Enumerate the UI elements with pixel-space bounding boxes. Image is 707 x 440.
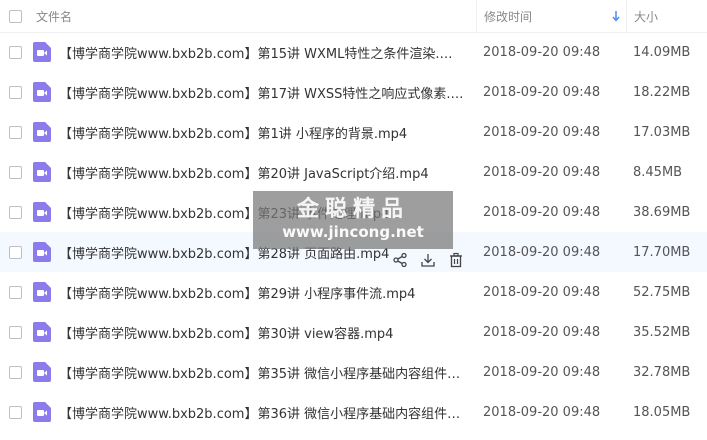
file-size: 14.09MB [633,44,691,60]
file-name[interactable]: 【博学商学院www.bxb2b.com】第30讲 view容器.mp4 [59,323,393,342]
row-checkbox[interactable] [8,365,22,379]
file-name-cell[interactable]: 【博学商学院www.bxb2b.com】第28讲 页面路由.mp4 [30,242,476,268]
time-column-header[interactable]: 修改时间 [476,0,626,32]
row-check-cell [0,85,30,99]
row-checkbox[interactable] [8,45,22,59]
file-name[interactable]: 【博学商学院www.bxb2b.com】第29讲 小程序事件流.mp4 [59,283,415,302]
select-all-checkbox[interactable] [8,9,22,23]
size-column-header[interactable]: 大小 [626,0,707,32]
row-checkbox[interactable] [8,205,22,219]
table-row[interactable]: 【博学商学院www.bxb2b.com】第36讲 微信小程序基础内容组件之tex… [0,392,707,432]
file-name[interactable]: 【博学商学院www.bxb2b.com】第35讲 微信小程序基础内容组件之ico… [59,363,464,382]
file-list-header: 文件名 修改时间 大小 [0,0,707,33]
row-check-cell [0,285,30,299]
video-file-icon [33,362,51,382]
file-name[interactable]: 【博学商学院www.bxb2b.com】第23讲 事件处理.mp4 [59,203,389,222]
video-file-icon [33,242,51,262]
video-file-icon [33,322,51,342]
row-check-cell [0,45,30,59]
row-check-cell [0,165,30,179]
modified-time: 2018-09-20 09:48 [483,164,601,180]
row-check-cell [0,365,30,379]
row-checkbox[interactable] [8,285,22,299]
file-name[interactable]: 【博学商学院www.bxb2b.com】第17讲 WXSS特性之响应式像素.mp… [59,83,464,102]
share-icon[interactable] [392,252,408,268]
select-all-cell [0,9,30,23]
video-file-icon [33,162,51,182]
row-check-cell [0,325,30,339]
modified-time: 2018-09-20 09:48 [483,84,601,100]
table-row[interactable]: 【博学商学院www.bxb2b.com】第30讲 view容器.mp4 2018-… [0,312,707,352]
row-check-cell [0,125,30,139]
modified-time: 2018-09-20 09:48 [483,364,601,380]
file-size: 35.52MB [633,324,691,340]
row-check-cell [0,405,30,419]
file-name-cell[interactable]: 【博学商学院www.bxb2b.com】第15讲 WXML特性之条件渲染.mp4 [30,42,476,62]
table-row[interactable]: 【博学商学院www.bxb2b.com】第28讲 页面路由.mp4 2018-09… [0,232,707,272]
row-checkbox[interactable] [8,125,22,139]
file-name-cell[interactable]: 【博学商学院www.bxb2b.com】第1讲 小程序的背景.mp4 [30,122,476,142]
table-row[interactable]: 【博学商学院www.bxb2b.com】第35讲 微信小程序基础内容组件之ico… [0,352,707,392]
arrow-down-icon[interactable] [612,10,620,22]
file-name[interactable]: 【博学商学院www.bxb2b.com】第15讲 WXML特性之条件渲染.mp4 [59,43,464,62]
file-name-cell[interactable]: 【博学商学院www.bxb2b.com】第30讲 view容器.mp4 [30,322,476,342]
video-file-icon [33,402,51,422]
row-checkbox[interactable] [8,405,22,419]
file-name-cell[interactable]: 【博学商学院www.bxb2b.com】第20讲 JavaScript介绍.mp… [30,162,476,182]
file-name-cell[interactable]: 【博学商学院www.bxb2b.com】第23讲 事件处理.mp4 [30,202,476,222]
delete-icon[interactable] [448,252,464,268]
video-file-icon [33,202,51,222]
file-name[interactable]: 【博学商学院www.bxb2b.com】第1讲 小程序的背景.mp4 [59,123,407,142]
row-checkbox[interactable] [8,245,22,259]
modified-time: 2018-09-20 09:48 [483,124,601,140]
download-icon[interactable] [420,252,436,268]
file-name[interactable]: 【博学商学院www.bxb2b.com】第36讲 微信小程序基础内容组件之tex… [59,403,464,422]
modified-time: 2018-09-20 09:48 [483,244,601,260]
file-name-cell[interactable]: 【博学商学院www.bxb2b.com】第36讲 微信小程序基础内容组件之tex… [30,402,476,422]
modified-time: 2018-09-20 09:48 [483,44,601,60]
file-size: 18.05MB [633,404,691,420]
file-size: 32.78MB [633,364,691,380]
file-name-cell[interactable]: 【博学商学院www.bxb2b.com】第35讲 微信小程序基础内容组件之ico… [30,362,476,382]
row-check-cell [0,205,30,219]
file-size: 38.69MB [633,204,691,220]
modified-time: 2018-09-20 09:48 [483,324,601,340]
file-list: 【博学商学院www.bxb2b.com】第15讲 WXML特性之条件渲染.mp4… [0,32,707,432]
file-size: 17.70MB [633,244,691,260]
file-size: 17.03MB [633,124,691,140]
table-row[interactable]: 【博学商学院www.bxb2b.com】第17讲 WXSS特性之响应式像素.mp… [0,72,707,112]
file-name[interactable]: 【博学商学院www.bxb2b.com】第28讲 页面路由.mp4 [59,243,389,262]
table-row[interactable]: 【博学商学院www.bxb2b.com】第23讲 事件处理.mp4 2018-09… [0,192,707,232]
row-checkbox[interactable] [8,85,22,99]
file-name[interactable]: 【博学商学院www.bxb2b.com】第20讲 JavaScript介绍.mp… [59,163,429,182]
name-column-header[interactable]: 文件名 [30,8,476,25]
video-file-icon [33,282,51,302]
modified-time: 2018-09-20 09:48 [483,284,601,300]
table-row[interactable]: 【博学商学院www.bxb2b.com】第1讲 小程序的背景.mp4 2018-0… [0,112,707,152]
time-column-label: 修改时间 [484,9,533,24]
file-size: 18.22MB [633,84,691,100]
video-file-icon [33,82,51,102]
table-row[interactable]: 【博学商学院www.bxb2b.com】第29讲 小程序事件流.mp4 2018-… [0,272,707,312]
table-row[interactable]: 【博学商学院www.bxb2b.com】第20讲 JavaScript介绍.mp… [0,152,707,192]
row-checkbox[interactable] [8,165,22,179]
row-actions [392,252,464,268]
modified-time: 2018-09-20 09:48 [483,404,601,420]
video-file-icon [33,42,51,62]
modified-time: 2018-09-20 09:48 [483,204,601,220]
file-name-cell[interactable]: 【博学商学院www.bxb2b.com】第17讲 WXSS特性之响应式像素.mp… [30,82,476,102]
row-checkbox[interactable] [8,325,22,339]
file-size: 52.75MB [633,284,691,300]
video-file-icon [33,122,51,142]
file-name-cell[interactable]: 【博学商学院www.bxb2b.com】第29讲 小程序事件流.mp4 [30,282,476,302]
file-size: 8.45MB [633,164,683,180]
row-check-cell [0,245,30,259]
table-row[interactable]: 【博学商学院www.bxb2b.com】第15讲 WXML特性之条件渲染.mp4… [0,32,707,72]
